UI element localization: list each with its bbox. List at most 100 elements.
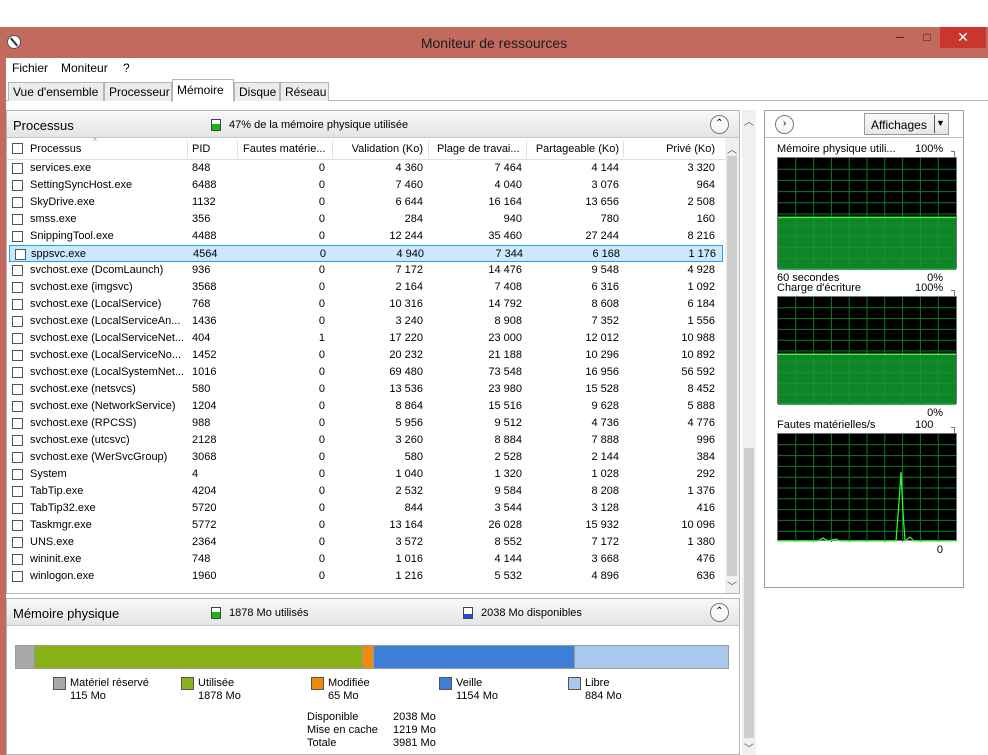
processes-header[interactable]: Processus 47% de la mémoire physique uti… bbox=[7, 111, 739, 138]
close-button[interactable]: ✕ bbox=[940, 27, 986, 48]
cell-hard-faults: 1 bbox=[318, 332, 325, 344]
processes-scroll-thumb[interactable] bbox=[727, 156, 737, 576]
row-checkbox[interactable] bbox=[12, 214, 23, 225]
row-checkbox[interactable] bbox=[12, 265, 23, 276]
table-row[interactable]: services.exe 848 0 4 360 7 464 4 144 3 320 bbox=[7, 160, 725, 177]
col-fautes[interactable]: Fautes matérie... bbox=[243, 143, 326, 155]
cell-working-set: 4 144 bbox=[494, 553, 522, 565]
main-scrollbar[interactable]: ︿ ﹀ bbox=[742, 110, 756, 755]
cell-working-set: 14 792 bbox=[488, 298, 522, 310]
table-row[interactable]: svchost.exe (WerSvcGroup) 3068 0 580 2 528 2 … bbox=[7, 449, 725, 466]
maximize-button[interactable]: □ bbox=[914, 27, 940, 48]
table-row[interactable]: svchost.exe (imgsvc) 3568 0 2 164 7 408 6 316… bbox=[7, 279, 725, 296]
row-checkbox[interactable] bbox=[12, 503, 23, 514]
row-checkbox[interactable] bbox=[12, 367, 23, 378]
row-checkbox[interactable] bbox=[12, 282, 23, 293]
table-row[interactable]: TabTip32.exe 5720 0 844 3 544 3 128 416 bbox=[7, 500, 725, 517]
cell-private: 636 bbox=[696, 570, 715, 582]
row-checkbox[interactable] bbox=[12, 231, 23, 242]
col-prive[interactable]: Privé (Ko) bbox=[627, 143, 715, 155]
table-row[interactable]: svchost.exe (DcomLaunch) 936 0 7 172 14 476 9… bbox=[7, 262, 725, 279]
cell-pid: 356 bbox=[192, 213, 211, 225]
row-checkbox[interactable] bbox=[12, 299, 23, 310]
scroll-down-icon[interactable]: ﹀ bbox=[725, 578, 739, 593]
table-row[interactable]: svchost.exe (LocalServiceNo... 1452 0 20 23… bbox=[7, 347, 725, 364]
col-validation[interactable]: Validation (Ko) bbox=[337, 143, 423, 155]
tab-memoire[interactable]: Mémoire bbox=[172, 79, 234, 102]
views-dropdown[interactable]: Affichages ▼ bbox=[864, 113, 949, 135]
menu-moniteur[interactable]: Moniteur bbox=[61, 61, 108, 75]
row-checkbox[interactable] bbox=[12, 163, 23, 174]
cell-shareable: 8 608 bbox=[591, 298, 619, 310]
tab-vue-ensemble[interactable]: Vue d'ensemble bbox=[8, 82, 104, 101]
menu-help[interactable]: ? bbox=[123, 61, 130, 75]
minimize-button[interactable]: ─ bbox=[886, 27, 914, 48]
table-row[interactable]: SnippingTool.exe 4488 0 12 244 35 460 27 244 8… bbox=[7, 228, 725, 245]
col-partageable[interactable]: Partageable (Ko) bbox=[532, 143, 619, 155]
legend-value: 1878 Mo bbox=[198, 690, 241, 702]
legend-value: 65 Mo bbox=[328, 690, 359, 702]
table-row[interactable]: Taskmgr.exe 5772 0 13 164 26 028 15 932 10 096 bbox=[7, 517, 725, 534]
main-scroll-up-icon[interactable]: ︿ bbox=[742, 113, 756, 128]
col-pid[interactable]: PID bbox=[192, 143, 210, 155]
row-checkbox[interactable] bbox=[12, 486, 23, 497]
row-checkbox[interactable] bbox=[12, 520, 23, 531]
table-row[interactable]: svchost.exe (LocalServiceAn... 1436 0 3 240… bbox=[7, 313, 725, 330]
cell-commit: 12 244 bbox=[389, 230, 423, 242]
cell-private: 2 508 bbox=[687, 196, 715, 208]
row-checkbox[interactable] bbox=[12, 554, 23, 565]
main-scroll-thumb[interactable] bbox=[744, 448, 754, 738]
row-checkbox[interactable] bbox=[12, 418, 23, 429]
row-checkbox[interactable] bbox=[12, 401, 23, 412]
table-row[interactable]: UNS.exe 2364 0 3 572 8 552 7 172 1 380 bbox=[7, 534, 725, 551]
scroll-up-icon[interactable]: ︿ bbox=[725, 141, 739, 156]
table-row[interactable]: smss.exe 356 0 284 940 780 160 bbox=[7, 211, 725, 228]
table-row[interactable]: svchost.exe (LocalServiceNet... 404 1 17 22… bbox=[7, 330, 725, 347]
menu-fichier[interactable]: Fichier bbox=[12, 61, 48, 75]
row-checkbox[interactable] bbox=[12, 180, 23, 191]
table-row[interactable]: wininit.exe 748 0 1 016 4 144 3 668 476 bbox=[7, 551, 725, 568]
collapse-processes-button[interactable]: ⌃ bbox=[710, 115, 729, 134]
select-all-checkbox[interactable] bbox=[12, 143, 23, 154]
cell-hard-faults: 0 bbox=[318, 417, 325, 429]
row-checkbox[interactable] bbox=[12, 197, 23, 208]
row-checkbox[interactable] bbox=[12, 384, 23, 395]
cell-private: 10 096 bbox=[681, 519, 715, 531]
table-row[interactable]: svchost.exe (LocalSystemNet... 1016 0 69 48… bbox=[7, 364, 725, 381]
table-row[interactable]: SkyDrive.exe 1132 0 6 644 16 164 13 656 2 508 bbox=[7, 194, 725, 211]
window-title: Moniteur de ressources bbox=[420, 35, 568, 51]
legend-value: 1154 Mo bbox=[456, 690, 498, 702]
table-row[interactable]: TabTip.exe 4204 0 2 532 9 584 8 208 1 376 bbox=[7, 483, 725, 500]
table-row[interactable]: svchost.exe (NetworkService) 1204 0 8 864 15… bbox=[7, 398, 725, 415]
row-checkbox[interactable] bbox=[15, 249, 26, 260]
row-checkbox[interactable] bbox=[12, 571, 23, 582]
table-row[interactable]: SettingSyncHost.exe 6488 0 7 460 4 040 3 076 9… bbox=[7, 177, 725, 194]
col-processus[interactable]: Processus bbox=[30, 143, 81, 155]
row-checkbox[interactable] bbox=[12, 469, 23, 480]
cell-shareable: 2 144 bbox=[591, 451, 619, 463]
physical-memory-header[interactable]: Mémoire physique 1878 Mo utilisés 2038 M… bbox=[7, 599, 739, 626]
col-plage[interactable]: Plage de travai... bbox=[437, 143, 520, 155]
row-checkbox[interactable] bbox=[12, 333, 23, 344]
table-row[interactable]: winlogon.exe 1960 0 1 216 5 532 4 896 636 bbox=[7, 568, 725, 585]
table-row[interactable]: sppsvc.exe 4564 0 4 940 7 344 6 168 1 176 bbox=[9, 245, 723, 262]
row-checkbox[interactable] bbox=[12, 316, 23, 327]
tab-disque[interactable]: Disque bbox=[234, 82, 280, 101]
cell-private: 1 376 bbox=[687, 485, 715, 497]
row-checkbox[interactable] bbox=[12, 435, 23, 446]
row-checkbox[interactable] bbox=[12, 537, 23, 548]
collapse-physical-memory-button[interactable]: ⌃ bbox=[710, 603, 729, 622]
tab-processeur[interactable]: Processeur bbox=[104, 82, 172, 101]
main-scroll-down-icon[interactable]: ﹀ bbox=[742, 740, 756, 755]
expand-panel-button[interactable]: › bbox=[775, 115, 794, 134]
table-row[interactable]: svchost.exe (utcsvc) 2128 0 3 260 8 884 7 888… bbox=[7, 432, 725, 449]
tab-reseau[interactable]: Réseau bbox=[280, 82, 329, 101]
title-bar[interactable]: Moniteur de ressources ─ □ ✕ bbox=[0, 27, 988, 58]
table-row[interactable]: svchost.exe (LocalService) 768 0 10 316 14 7… bbox=[7, 296, 725, 313]
row-checkbox[interactable] bbox=[12, 452, 23, 463]
table-row[interactable]: svchost.exe (netsvcs) 580 0 13 536 23 980 15 … bbox=[7, 381, 725, 398]
row-checkbox[interactable] bbox=[12, 350, 23, 361]
table-row[interactable]: System 4 0 1 040 1 320 1 028 292 bbox=[7, 466, 725, 483]
table-row[interactable]: svchost.exe (RPCSS) 988 0 5 956 9 512 4 736 4 … bbox=[7, 415, 725, 432]
processes-scrollbar[interactable]: ︿ ﹀ bbox=[725, 138, 739, 593]
